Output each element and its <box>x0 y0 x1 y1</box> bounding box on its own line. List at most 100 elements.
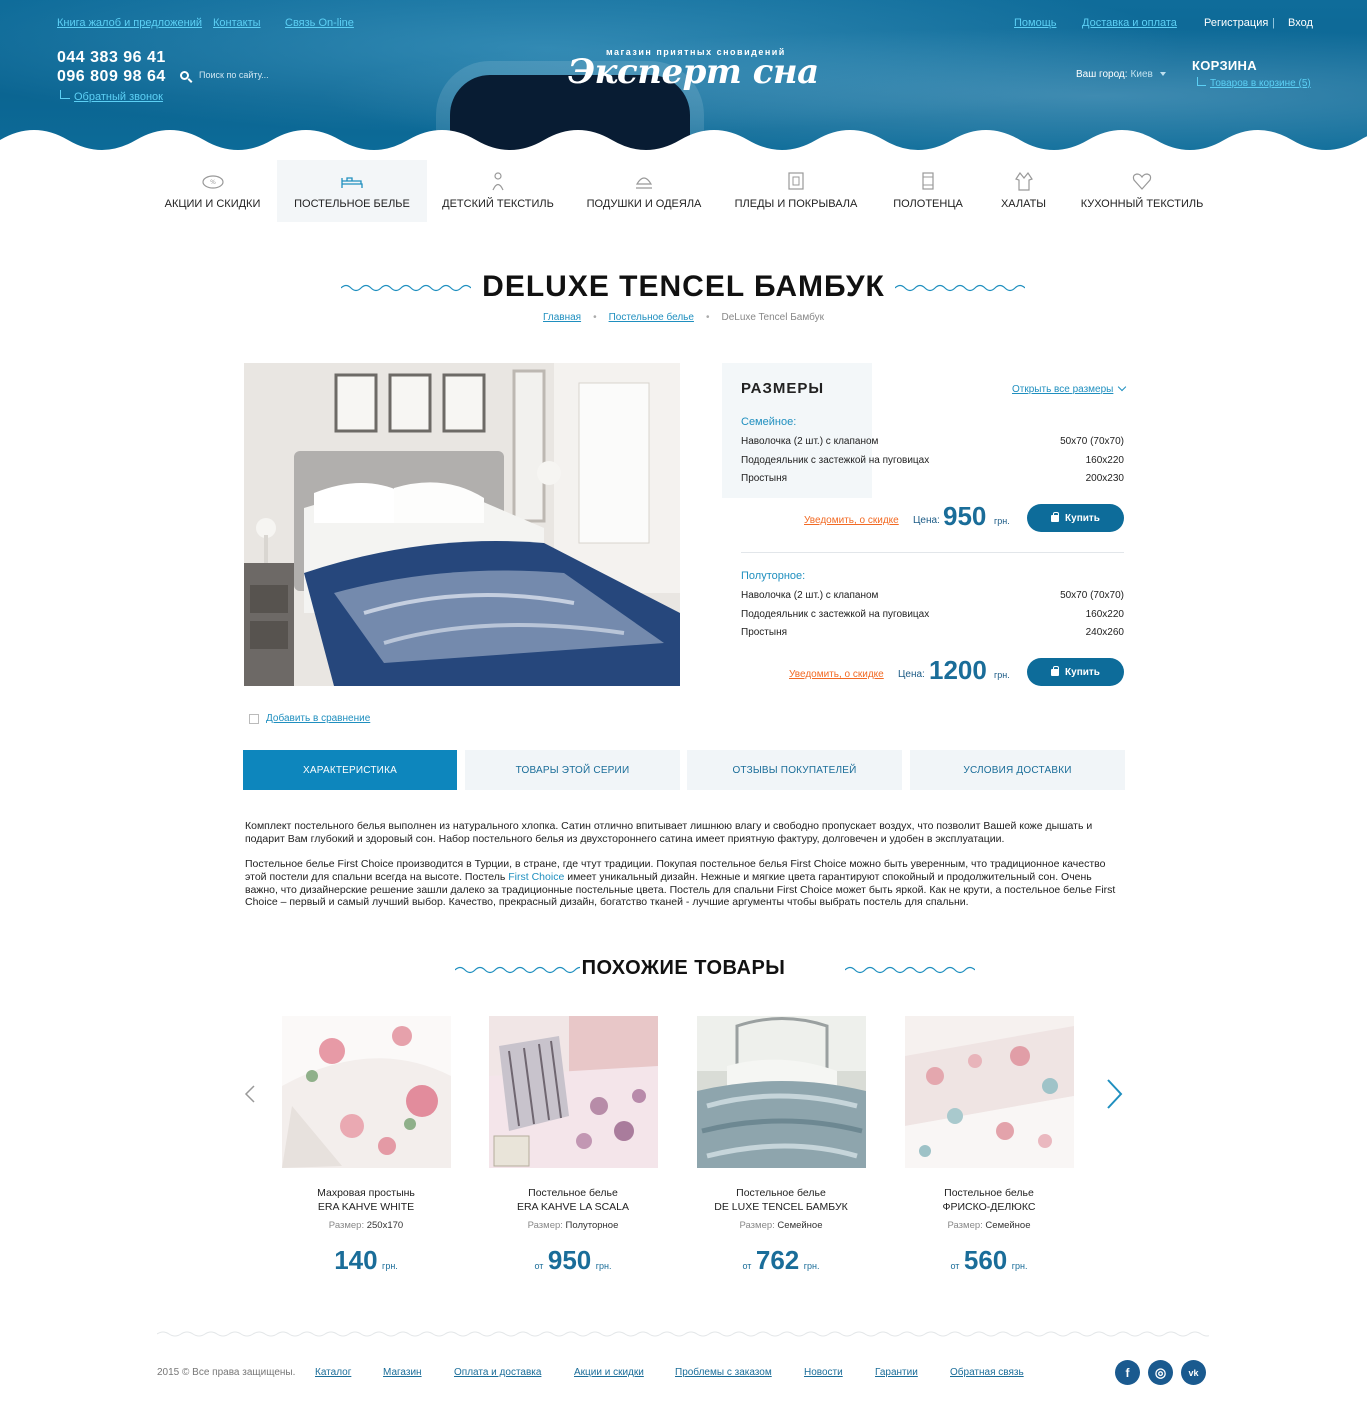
complaints-link[interactable]: Книга жалоб и предложений <box>57 17 202 29</box>
similar-wave-right <box>845 966 975 974</box>
kitchen-icon <box>1132 173 1152 190</box>
breadcrumb-current: DeLuxe Tencel Бамбук <box>721 312 824 323</box>
brand-link[interactable]: First Choice <box>508 871 564 883</box>
price-value: 1200 <box>929 655 987 685</box>
login-link[interactable]: Вход <box>1288 17 1313 29</box>
cart-title[interactable]: КОРЗИНА <box>1192 58 1257 73</box>
bedding-tencel-image <box>697 1016 866 1168</box>
sizes-title: РАЗМЕРЫ <box>741 380 825 397</box>
price-currency: грн. <box>994 516 1010 526</box>
discount-icon: % <box>201 175 224 189</box>
tab-reviews[interactable]: ОТЗЫВЫ ПОКУПАТЕЛЕЙ <box>687 750 902 790</box>
size-row-item: Наволочка (2 шт.) с клапаном <box>741 590 879 601</box>
city-selector[interactable]: Ваш город: Киев <box>1076 69 1166 80</box>
footer-link-guarantees[interactable]: Гарантии <box>875 1367 918 1378</box>
footer-link-catalog[interactable]: Каталог <box>315 1367 351 1378</box>
product-card-size: Размер: 250x170 <box>328 1220 404 1231</box>
product-card-size: Размер: Семейное <box>739 1220 823 1231</box>
open-all-sizes-link[interactable]: Открыть все размеры <box>1012 382 1127 395</box>
similar-title: ПОХОЖИЕ ТОВАРЫ <box>581 957 786 979</box>
help-link[interactable]: Помощь <box>1014 17 1057 29</box>
search-icon[interactable] <box>180 70 189 80</box>
carousel-prev-icon[interactable] <box>243 1084 257 1104</box>
bedroom-image <box>244 363 680 686</box>
product-card-name[interactable]: Постельное белье ERA KAHVE LA SCALA <box>468 1187 678 1214</box>
product-card-size: Размер: Семейное <box>947 1220 1031 1231</box>
logo[interactable]: Эксперт сна <box>568 52 819 92</box>
tab-characteristics[interactable]: ХАРАКТЕРИСТИКА <box>243 750 457 790</box>
breadcrumb-bedding[interactable]: Постельное белье <box>609 312 694 323</box>
add-to-compare[interactable]: Добавить в сравнение <box>249 713 370 724</box>
footer-link-promos[interactable]: Акции и скидки <box>574 1367 644 1378</box>
footer-link-payment[interactable]: Оплата и доставка <box>454 1367 541 1378</box>
size-row-value: 50x70 (70x70) <box>1060 436 1124 447</box>
delivery-payment-link[interactable]: Доставка и оплата <box>1082 17 1177 29</box>
facebook-icon[interactable]: f <box>1115 1360 1140 1385</box>
phone-1[interactable]: 044 383 96 41 <box>57 49 166 67</box>
tab-series-products[interactable]: ТОВАРЫ ЭТОЙ СЕРИИ <box>465 750 680 790</box>
register-link[interactable]: Регистрация <box>1204 17 1268 29</box>
buy-button[interactable]: Купить <box>1027 658 1124 686</box>
city-value[interactable]: Киев <box>1131 69 1153 80</box>
contacts-link[interactable]: Контакты <box>213 17 261 29</box>
nav-item-towels[interactable]: ПОЛОТЕНЦА <box>886 160 970 222</box>
pillow-icon <box>635 177 653 189</box>
nav-item-kitchen-textile[interactable]: КУХОННЫЙ ТЕКСТИЛЬ <box>1077 160 1207 222</box>
size-row-value: 240x260 <box>1085 627 1124 638</box>
phone-2[interactable]: 096 809 98 64 <box>57 68 166 86</box>
category-nav: % АКЦИИ И СКИДКИ ПОСТЕЛЬНОЕ БЕЛЬЕ ДЕТСКИ… <box>0 160 1367 224</box>
product-card-image[interactable] <box>282 1016 451 1168</box>
search-box[interactable]: Поиск по сайту... <box>180 70 269 80</box>
bedding-scala-image <box>489 1016 658 1168</box>
product-card-image[interactable] <box>905 1016 1074 1168</box>
product-card-image[interactable] <box>489 1016 658 1168</box>
callback-link[interactable]: Обратный звонок <box>60 90 163 103</box>
corner-icon <box>1197 77 1206 86</box>
variant-name: Семейное: <box>741 416 797 428</box>
copyright: 2015 © Все права защищены. <box>157 1367 296 1378</box>
product-card-name[interactable]: Постельное белье ФРИСКО-ДЕЛЮКС <box>884 1187 1094 1214</box>
footer-link-shop[interactable]: Магазин <box>383 1367 422 1378</box>
product-photo[interactable] <box>244 363 680 686</box>
online-chat-link[interactable]: Связь On-line <box>285 17 354 29</box>
cart-icon <box>1051 665 1060 676</box>
compare-checkbox[interactable] <box>249 713 259 724</box>
cart-count-link[interactable]: Товаров в корзине (5) <box>1197 77 1311 89</box>
size-row-value: 160x220 <box>1085 455 1124 466</box>
blanket-icon <box>788 172 804 190</box>
size-row-value: 50x70 (70x70) <box>1060 590 1124 601</box>
notify-discount-link[interactable]: Уведомить, о скидке <box>804 515 899 526</box>
description-paragraph: Постельное белье First Choice производит… <box>245 858 1116 909</box>
footer-link-order-problems[interactable]: Проблемы с заказом <box>675 1367 772 1378</box>
top-separator: | <box>1272 17 1275 29</box>
vk-icon[interactable]: vk <box>1181 1360 1206 1385</box>
product-card-name[interactable]: Махровая простынь ERA KAHVE WHITE <box>261 1187 471 1214</box>
carousel-next-icon[interactable] <box>1104 1078 1124 1110</box>
nav-item-bedding[interactable]: ПОСТЕЛЬНОЕ БЕЛЬЕ <box>277 160 427 222</box>
product-card-name[interactable]: Постельное белье DE LUXE TENCEL БАМБУК <box>676 1187 886 1214</box>
product-card-image[interactable] <box>697 1016 866 1168</box>
search-input[interactable]: Поиск по сайту... <box>199 70 269 80</box>
nav-item-plaids[interactable]: ПЛЕДЫ И ПОКРЫВАЛА <box>731 160 861 222</box>
breadcrumb-home[interactable]: Главная <box>543 312 581 323</box>
towel-floral-image <box>282 1016 451 1168</box>
product-card-size: Размер: Полуторное <box>527 1220 619 1231</box>
header-wave-edge <box>0 130 1367 160</box>
buy-button[interactable]: Купить <box>1027 504 1124 532</box>
nav-item-discounts[interactable]: % АКЦИИ И СКИДКИ <box>155 160 270 222</box>
footer-link-news[interactable]: Новости <box>804 1367 843 1378</box>
price-label: Цена: <box>898 669 925 680</box>
footer-link-feedback[interactable]: Обратная связь <box>950 1367 1024 1378</box>
corner-icon <box>60 90 70 99</box>
notify-discount-link[interactable]: Уведомить, о скидке <box>789 669 884 680</box>
tab-delivery[interactable]: УСЛОВИЯ ДОСТАВКИ <box>910 750 1125 790</box>
cart-icon <box>1051 511 1060 522</box>
instagram-icon[interactable]: ◎ <box>1148 1360 1173 1385</box>
caret-down-icon[interactable] <box>1159 72 1166 76</box>
compare-label[interactable]: Добавить в сравнение <box>266 713 370 724</box>
size-row-item: Простыня <box>741 473 788 484</box>
nav-item-robes[interactable]: ХАЛАТЫ <box>990 160 1057 222</box>
nav-item-kids-textile[interactable]: ДЕТСКИЙ ТЕКСТИЛЬ <box>437 160 559 222</box>
nav-item-pillows[interactable]: ПОДУШКИ И ОДЕЯЛА <box>584 160 704 222</box>
product-card-price: 140 грн. <box>334 1245 398 1275</box>
